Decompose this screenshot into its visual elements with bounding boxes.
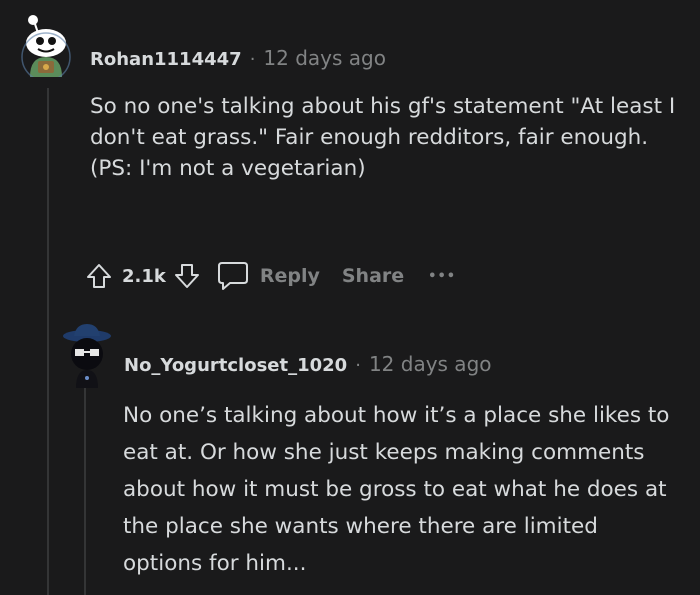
comment-paragraph: No one’s talking about how it’s a place … [123,403,670,576]
reply-button[interactable]: Reply [216,260,320,292]
thread-line[interactable] [47,88,49,595]
reply-label: Reply [259,265,320,287]
share-button[interactable]: Share [342,265,404,287]
vote-score: 2.1k [122,265,166,287]
timestamp[interactable]: 12 days ago [369,352,492,376]
comment-paragraph: (PS: I'm not a vegetarian) [90,156,366,181]
avatar[interactable] [58,322,114,388]
username[interactable]: Rohan1114447 [90,49,242,70]
comment-paragraph: So no one's talking about his gf's state… [90,94,676,150]
downvote-icon[interactable] [174,262,200,290]
more-options-icon[interactable]: ••• [428,269,456,284]
avatar[interactable] [21,15,71,85]
comment-actions: 2.1k Reply Share ••• [86,258,456,294]
separator-dot: · [355,355,361,376]
comment-meta: Rohan1114447 · 12 days ago [90,46,386,70]
timestamp[interactable]: 12 days ago [263,46,386,70]
separator-dot: · [249,49,256,70]
comment-meta: No_Yogurtcloset_1020 · 12 days ago [124,352,492,376]
thread-line[interactable] [84,388,86,595]
comment-body: No one’s talking about how it’s a place … [123,397,683,582]
upvote-icon[interactable] [86,262,112,290]
comment-body: So no one's talking about his gf's state… [90,91,690,184]
username[interactable]: No_Yogurtcloset_1020 [124,355,347,376]
comment-bubble-icon [217,262,248,290]
